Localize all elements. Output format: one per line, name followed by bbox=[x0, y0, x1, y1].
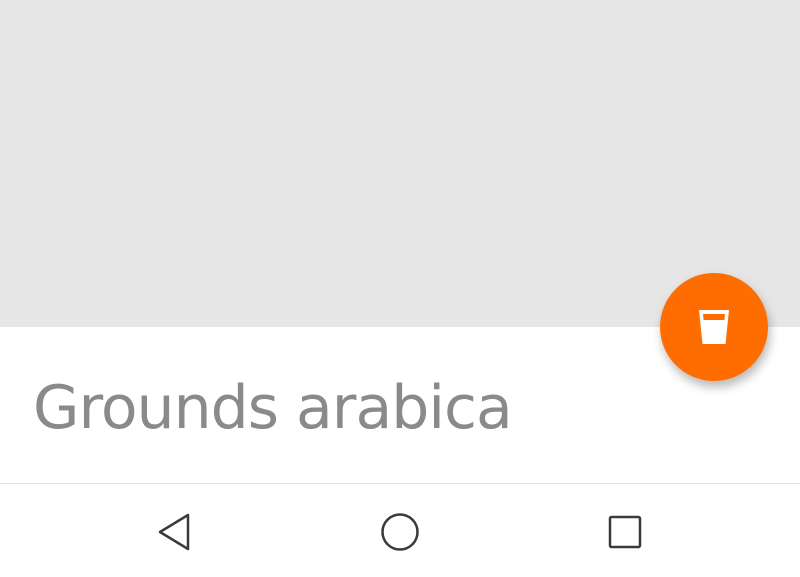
drink-fab-button[interactable] bbox=[660, 273, 768, 381]
back-triangle-icon bbox=[158, 513, 190, 551]
header-image bbox=[0, 0, 800, 327]
recents-button[interactable] bbox=[595, 504, 655, 560]
navigation-bar bbox=[0, 484, 800, 577]
item-title: Grounds arabica bbox=[33, 373, 513, 443]
home-circle-icon bbox=[381, 513, 419, 551]
home-button[interactable] bbox=[370, 504, 430, 560]
screen: Grounds arabica bbox=[0, 0, 800, 577]
cup-icon bbox=[699, 310, 729, 344]
back-button[interactable] bbox=[145, 504, 205, 560]
recents-square-icon bbox=[608, 515, 642, 549]
